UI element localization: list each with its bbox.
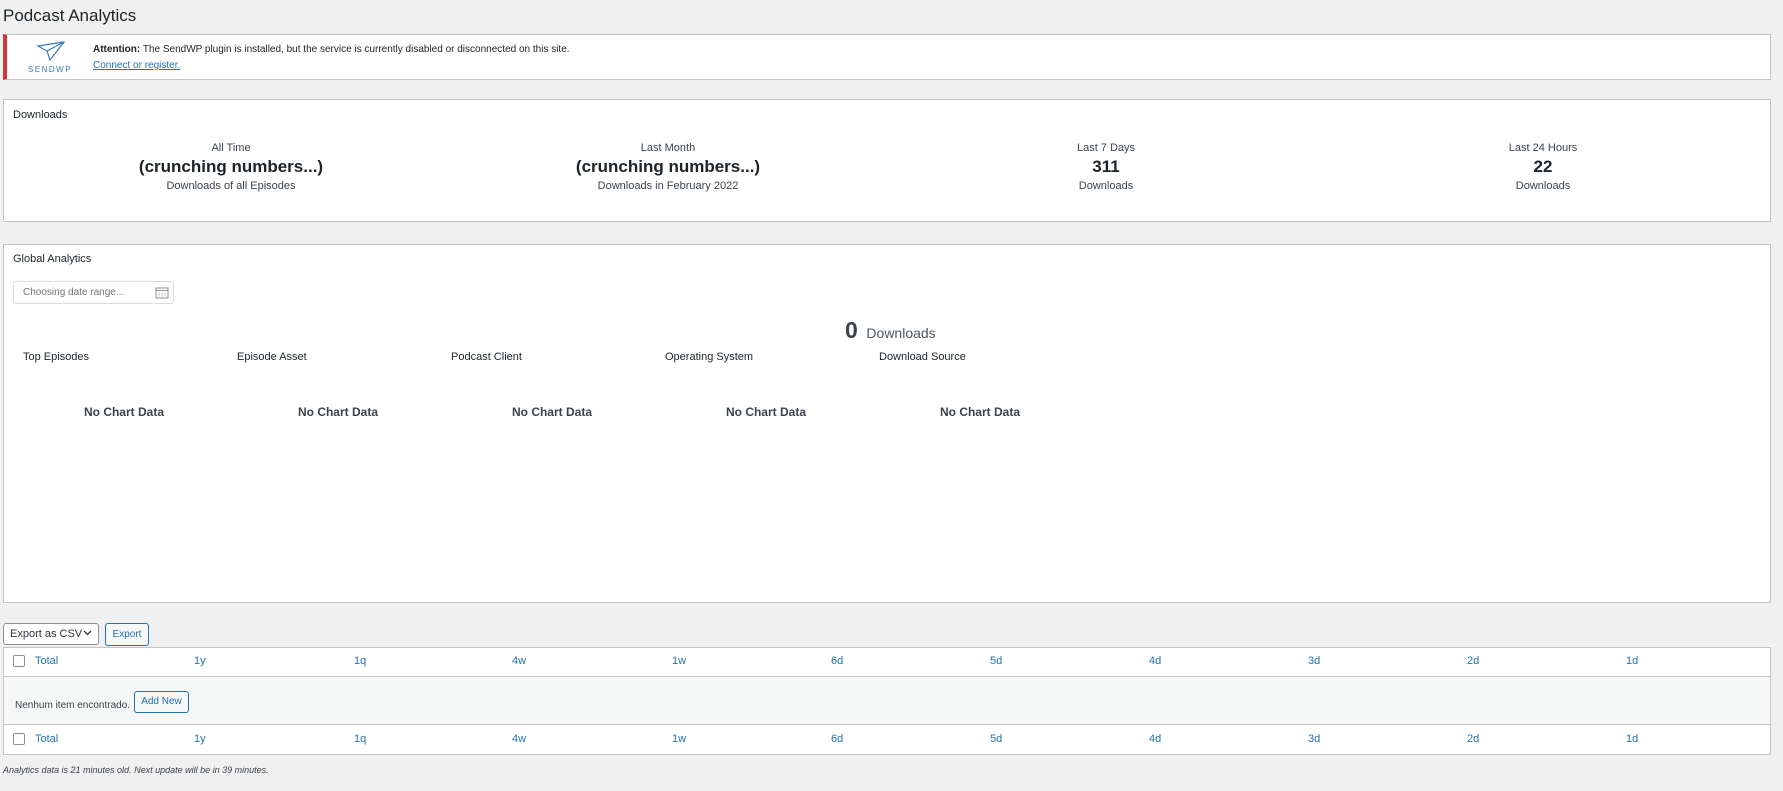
- global-analytics-title: Global Analytics: [13, 253, 92, 265]
- table-empty-row: Nenhum item encontrado. Add New: [4, 676, 1770, 725]
- chart-podcast-client: Podcast Client No Chart Data: [445, 351, 659, 419]
- page-title: Podcast Analytics: [3, 6, 137, 25]
- stat-all-time: All Time (crunching numbers...) Download…: [11, 142, 451, 192]
- column-header-1d[interactable]: 1d: [1626, 733, 1638, 745]
- no-chart-data: No Chart Data: [297, 405, 378, 419]
- column-header-5d[interactable]: 5d: [990, 655, 1002, 667]
- notice-message: Attention: The SendWP plugin is installe…: [93, 44, 570, 55]
- no-chart-data: No Chart Data: [939, 405, 1020, 419]
- column-header-1w[interactable]: 1w: [672, 733, 686, 745]
- chart-title: Episode Asset: [237, 351, 307, 363]
- date-range-picker[interactable]: [13, 281, 174, 304]
- column-header-2d[interactable]: 2d: [1467, 733, 1479, 745]
- chart-title: Operating System: [665, 351, 754, 363]
- add-new-button[interactable]: Add New: [134, 691, 189, 713]
- total-downloads-label: Downloads: [866, 325, 936, 341]
- no-chart-data: No Chart Data: [725, 405, 806, 419]
- calendar-icon[interactable]: [155, 286, 169, 299]
- total-downloads-value: 0: [845, 317, 858, 343]
- column-header-1q[interactable]: 1q: [354, 733, 366, 745]
- chart-download-source: Download Source No Chart Data: [873, 351, 1087, 419]
- stat-value: (crunching numbers...): [575, 157, 761, 176]
- chart-title: Top Episodes: [23, 351, 90, 363]
- notice-text: The SendWP plugin is installed, but the …: [142, 44, 570, 55]
- stat-label: Last Month: [640, 142, 696, 154]
- chevron-down-icon: [83, 628, 92, 639]
- stat-sub: Downloads of all Episodes: [166, 180, 296, 192]
- analytics-freshness-note: Analytics data is 21 minutes old. Next u…: [3, 765, 269, 775]
- export-format-value: Export as CSV: [10, 628, 83, 640]
- column-header-1w[interactable]: 1w: [672, 655, 686, 667]
- stat-label: All Time: [211, 142, 251, 154]
- column-header-3d[interactable]: 3d: [1308, 655, 1320, 667]
- table-header-row: Total 1y 1q 4w 1w 6d 5d 4d 3d 2d 1d: [4, 648, 1770, 675]
- stat-sub: Downloads in February 2022: [597, 180, 739, 192]
- chart-episode-asset: Episode Asset No Chart Data: [231, 351, 445, 419]
- column-header-3d[interactable]: 3d: [1308, 733, 1320, 745]
- stat-sub: Downloads: [1078, 180, 1134, 192]
- stat-label: Last 7 Days: [1076, 142, 1136, 154]
- empty-message: Nenhum item encontrado.: [15, 700, 131, 711]
- downloads-title: Downloads: [13, 109, 68, 121]
- no-chart-data: No Chart Data: [83, 405, 164, 419]
- total-downloads: 0 Downloads: [845, 317, 936, 344]
- column-header-total[interactable]: Total: [35, 733, 58, 745]
- no-chart-data: No Chart Data: [511, 405, 592, 419]
- stat-last-24-hours: Last 24 Hours 22 Downloads: [1323, 142, 1763, 192]
- analytics-table: Total 1y 1q 4w 1w 6d 5d 4d 3d 2d 1d Nenhum item en…: [3, 647, 1771, 755]
- column-header-4w[interactable]: 4w: [512, 733, 526, 745]
- downloads-box: Downloads All Time (crunching numbers...…: [3, 99, 1771, 222]
- column-header-4w[interactable]: 4w: [512, 655, 526, 667]
- column-header-1q[interactable]: 1q: [354, 655, 366, 667]
- stat-value: 22: [1533, 157, 1553, 176]
- column-header-1d[interactable]: 1d: [1626, 655, 1638, 667]
- column-header-4d[interactable]: 4d: [1149, 733, 1161, 745]
- column-header-total[interactable]: Total: [35, 655, 58, 667]
- chart-title: Download Source: [879, 351, 966, 363]
- column-header-1y[interactable]: 1y: [194, 733, 206, 745]
- sendwp-notice: SENDWP Attention: The SendWP plugin is i…: [3, 34, 1771, 80]
- column-header-1y[interactable]: 1y: [194, 655, 206, 667]
- column-header-6d[interactable]: 6d: [831, 655, 843, 667]
- table-footer-row: Total 1y 1q 4w 1w 6d 5d 4d 3d 2d 1d: [4, 726, 1770, 753]
- stat-value: (crunching numbers...): [138, 157, 324, 176]
- export-button[interactable]: Export: [105, 623, 149, 646]
- column-header-6d[interactable]: 6d: [831, 733, 843, 745]
- stat-last-month: Last Month (crunching numbers...) Downlo…: [448, 142, 888, 192]
- export-format-select[interactable]: Export as CSV: [3, 623, 99, 645]
- select-all-checkbox[interactable]: [13, 733, 25, 745]
- connect-register-link[interactable]: Connect or register.: [93, 60, 180, 71]
- sendwp-logo-text: SENDWP: [27, 65, 73, 74]
- column-header-5d[interactable]: 5d: [990, 733, 1002, 745]
- stat-sub: Downloads: [1515, 180, 1571, 192]
- select-all-checkbox[interactable]: [13, 655, 25, 667]
- global-analytics-box: Global Analytics 0 Downloads Top Episode…: [3, 244, 1771, 603]
- chart-title: Podcast Client: [451, 351, 522, 363]
- notice-attention-label: Attention:: [93, 44, 141, 55]
- column-header-2d[interactable]: 2d: [1467, 655, 1479, 667]
- column-header-4d[interactable]: 4d: [1149, 655, 1161, 667]
- stat-value: 311: [1092, 157, 1120, 176]
- chart-operating-system: Operating System No Chart Data: [659, 351, 873, 419]
- stat-label: Last 24 Hours: [1508, 142, 1578, 154]
- date-range-input[interactable]: [23, 287, 153, 298]
- chart-top-episodes: Top Episodes No Chart Data: [17, 351, 231, 419]
- sendwp-logo: SENDWP: [25, 40, 75, 76]
- stat-last-7-days: Last 7 Days 311 Downloads: [886, 142, 1326, 192]
- paper-plane-icon: [36, 41, 66, 62]
